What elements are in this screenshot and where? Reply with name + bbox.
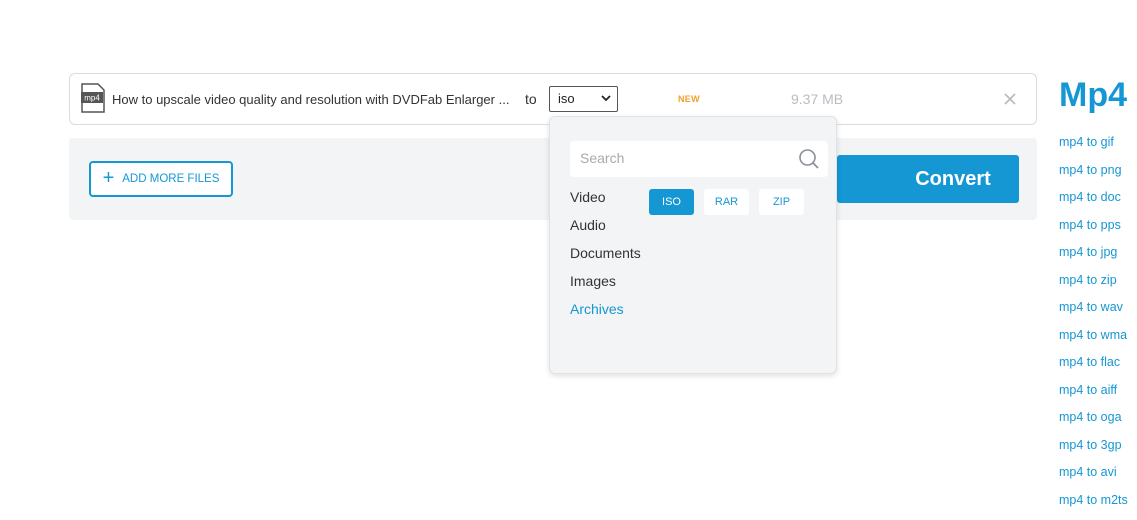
link-mp4-to-aiff[interactable]: mp4 to aiff: [1059, 383, 1128, 411]
conversion-links-panel: Mp4 mp4 to gif mp4 to png mp4 to doc mp4…: [1059, 75, 1128, 520]
mp4-file-icon: mp4: [81, 83, 105, 113]
category-documents[interactable]: Documents: [570, 245, 641, 273]
new-badge: NEW: [678, 94, 700, 104]
add-more-files-label: ADD MORE FILES: [122, 173, 219, 185]
link-mp4-to-jpg[interactable]: mp4 to jpg: [1059, 245, 1128, 273]
link-mp4-to-wma[interactable]: mp4 to wma: [1059, 328, 1128, 356]
format-search: [570, 141, 828, 177]
format-rar-button[interactable]: RAR: [704, 189, 749, 215]
link-mp4-to-flac[interactable]: mp4 to flac: [1059, 355, 1128, 383]
link-mp4-to-3gp[interactable]: mp4 to 3gp: [1059, 438, 1128, 466]
panel-title: Mp4: [1059, 75, 1128, 115]
close-icon[interactable]: [1002, 91, 1018, 107]
link-mp4-to-zip[interactable]: mp4 to zip: [1059, 273, 1128, 301]
category-audio[interactable]: Audio: [570, 217, 641, 245]
format-options: ISO RAR ZIP: [649, 189, 804, 215]
link-mp4-to-wav[interactable]: mp4 to wav: [1059, 300, 1128, 328]
link-mp4-to-gif[interactable]: mp4 to gif: [1059, 135, 1128, 163]
link-mp4-to-pps[interactable]: mp4 to pps: [1059, 218, 1128, 246]
format-iso-button[interactable]: ISO: [649, 189, 694, 215]
format-search-input[interactable]: [578, 149, 792, 167]
link-mp4-to-m2ts[interactable]: mp4 to m2ts: [1059, 493, 1128, 520]
format-dropdown: Video Audio Documents Images Archives IS…: [549, 116, 837, 374]
plus-icon: +: [103, 168, 115, 188]
add-more-files-button[interactable]: + ADD MORE FILES: [89, 161, 233, 197]
chevron-down-icon: [601, 95, 611, 102]
convert-button[interactable]: Convert: [837, 155, 1019, 203]
link-mp4-to-png[interactable]: mp4 to png: [1059, 163, 1128, 191]
category-list: Video Audio Documents Images Archives: [570, 189, 641, 329]
file-size: 9.37 MB: [791, 91, 843, 107]
format-select-value: iso: [558, 91, 575, 106]
category-images[interactable]: Images: [570, 273, 641, 301]
search-icon: [798, 148, 820, 170]
link-mp4-to-doc[interactable]: mp4 to doc: [1059, 190, 1128, 218]
link-mp4-to-oga[interactable]: mp4 to oga: [1059, 410, 1128, 438]
category-video[interactable]: Video: [570, 189, 641, 217]
svg-text:mp4: mp4: [84, 94, 100, 103]
file-name: How to upscale video quality and resolut…: [112, 92, 522, 107]
to-label: to: [525, 91, 537, 107]
format-select[interactable]: iso: [549, 86, 618, 112]
format-zip-button[interactable]: ZIP: [759, 189, 804, 215]
category-archives[interactable]: Archives: [570, 301, 641, 329]
link-mp4-to-avi[interactable]: mp4 to avi: [1059, 465, 1128, 493]
